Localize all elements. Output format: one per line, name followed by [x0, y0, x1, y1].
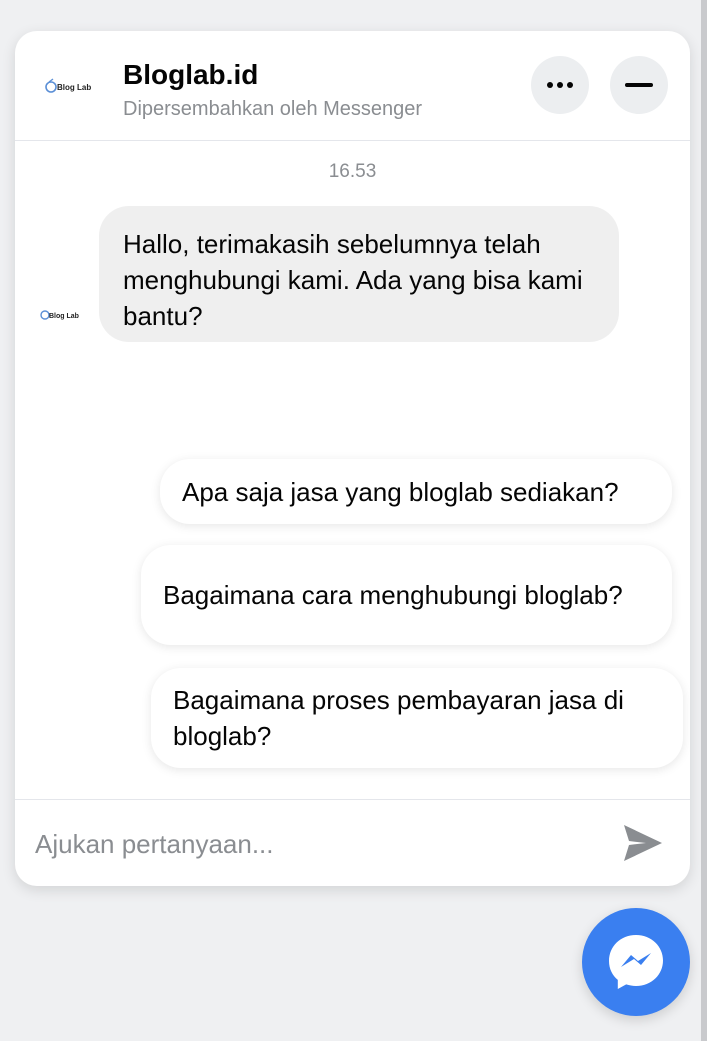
send-icon	[624, 825, 662, 861]
message-input[interactable]	[35, 826, 595, 862]
quick-reply-contact[interactable]: Bagaimana cara menghubungi bloglab?	[141, 545, 672, 645]
message-timestamp: 16.53	[328, 161, 377, 182]
quick-reply-label: Bagaimana proses pembayaran jasa di blog…	[173, 685, 624, 751]
avatar: Blog Lab	[40, 310, 79, 320]
message-composer	[15, 799, 690, 886]
minimize-icon	[625, 83, 653, 87]
more-options-button[interactable]	[531, 56, 589, 114]
quick-reply-payment[interactable]: Bagaimana proses pembayaran jasa di blog…	[151, 668, 683, 768]
avatar-text: Blog Lab	[49, 313, 79, 320]
page-subtitle: Dipersembahkan oleh Messenger	[123, 98, 423, 120]
page-scrollbar[interactable]	[701, 0, 707, 1041]
logo-text: Blog Lab	[57, 83, 91, 92]
more-dots-icon	[547, 82, 573, 88]
chat-header: Blog Lab Bloglab.id Dipersembahkan oleh …	[15, 31, 690, 141]
quick-reply-label: Apa saja jasa yang bloglab sediakan?	[182, 476, 619, 507]
incoming-message-bubble: Hallo, terimakasih sebelumnya telah meng…	[99, 206, 619, 342]
messenger-icon	[609, 935, 663, 989]
chat-window: Blog Lab Bloglab.id Dipersembahkan oleh …	[15, 31, 690, 886]
quick-reply-label: Bagaimana cara menghubungi bloglab?	[163, 580, 623, 610]
minimize-button[interactable]	[610, 56, 668, 114]
quick-reply-services[interactable]: Apa saja jasa yang bloglab sediakan?	[160, 459, 672, 524]
messenger-launcher-button[interactable]	[582, 908, 690, 1016]
bloglab-logo: Blog Lab	[45, 78, 91, 93]
page-title: Bloglab.id	[123, 59, 259, 90]
send-button[interactable]	[621, 821, 665, 865]
